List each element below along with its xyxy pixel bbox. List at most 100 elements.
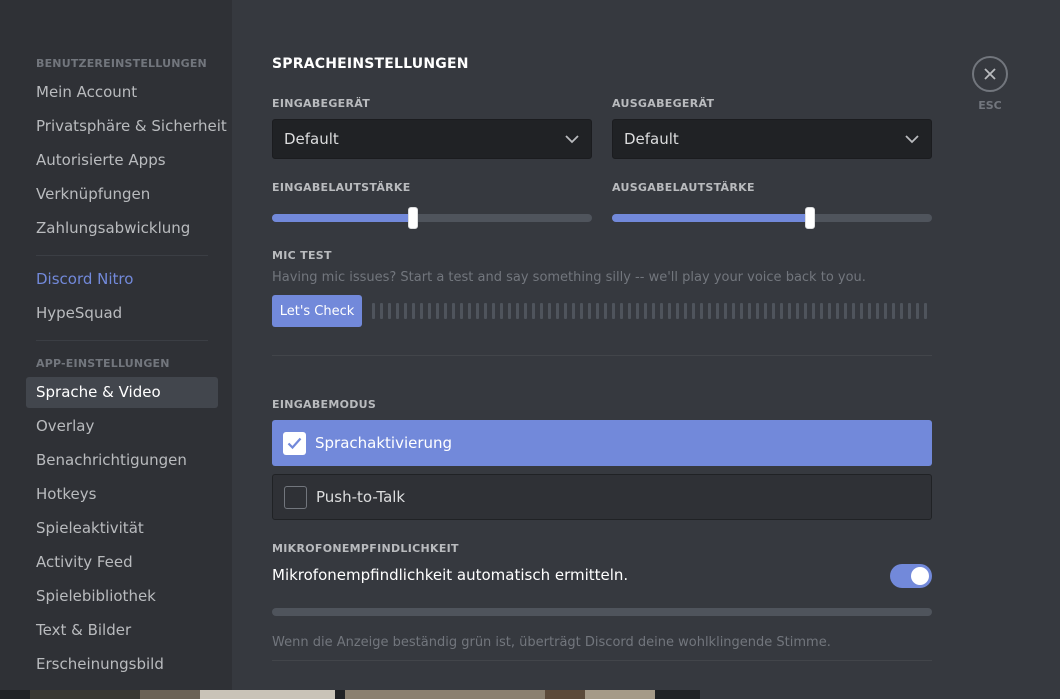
- meter-tick: [460, 303, 463, 319]
- sensitivity-label: MIKROFONEMPFINDLICHKEIT: [272, 542, 459, 555]
- meter-tick: [428, 303, 431, 319]
- meter-tick: [652, 303, 655, 319]
- sidebar-item-activity-feed[interactable]: Activity Feed: [26, 547, 218, 578]
- sidebar-item-hypesquad[interactable]: HypeSquad: [26, 298, 218, 329]
- meter-tick: [604, 303, 607, 319]
- output-device-label: AUSGABEGERÄT: [612, 97, 715, 110]
- input-device-label: EINGABEGERÄT: [272, 97, 371, 110]
- meter-tick: [756, 303, 759, 319]
- meter-tick: [764, 303, 767, 319]
- meter-tick: [404, 303, 407, 319]
- slider-handle[interactable]: [805, 207, 816, 229]
- meter-tick: [676, 303, 679, 319]
- output-volume-label: AUSGABELAUTSTÄRKE: [612, 181, 755, 194]
- meter-tick: [420, 303, 423, 319]
- push-to-talk-label: Push-to-Talk: [316, 488, 406, 506]
- sidebar-item-privacy[interactable]: Privatsphäre & Sicherheit: [26, 111, 227, 142]
- app-settings-header: APP-EINSTELLUNGEN: [36, 357, 170, 370]
- output-volume-slider[interactable]: [612, 207, 932, 229]
- meter-tick: [484, 303, 487, 319]
- sensitivity-meter: [272, 608, 932, 616]
- meter-tick: [436, 303, 439, 319]
- input-volume-slider[interactable]: [272, 207, 592, 229]
- settings-sidebar: BENUTZEREINSTELLUNGEN Mein Account Priva…: [0, 0, 232, 699]
- input-mode-voice-activity[interactable]: Sprachaktivierung: [272, 420, 932, 466]
- sidebar-item-authorized-apps[interactable]: Autorisierte Apps: [26, 145, 218, 176]
- meter-tick: [708, 303, 711, 319]
- meter-tick: [772, 303, 775, 319]
- meter-tick: [900, 303, 903, 319]
- slider-fill: [272, 214, 413, 222]
- auto-sensitivity-label: Mikrofonempfindlichkeit automatisch ermi…: [272, 566, 629, 584]
- close-button[interactable]: [972, 56, 1008, 92]
- meter-tick: [884, 303, 887, 319]
- meter-tick: [468, 303, 471, 319]
- meter-tick: [868, 303, 871, 319]
- sidebar-item-account[interactable]: Mein Account: [26, 77, 218, 108]
- meter-tick: [828, 303, 831, 319]
- chevron-down-icon: [905, 135, 919, 144]
- sidebar-divider: [36, 255, 208, 256]
- slider-fill: [612, 214, 811, 222]
- meter-tick: [620, 303, 623, 319]
- meter-tick: [524, 303, 527, 319]
- meter-tick: [844, 303, 847, 319]
- meter-tick: [412, 303, 415, 319]
- sensitivity-hint: Wenn die Anzeige beständig grün ist, übe…: [272, 635, 831, 650]
- input-mode-label: EINGABEMODUS: [272, 398, 377, 411]
- input-device-value: Default: [284, 130, 339, 148]
- meter-tick: [916, 303, 919, 319]
- toggle-knob: [911, 567, 929, 585]
- page-title: SPRACHEINSTELLUNGEN: [272, 56, 469, 72]
- meter-tick: [908, 303, 911, 319]
- lets-check-button[interactable]: Let's Check: [272, 295, 362, 327]
- meter-tick: [476, 303, 479, 319]
- meter-tick: [500, 303, 503, 319]
- sidebar-item-connections[interactable]: Verknüpfungen: [26, 179, 218, 210]
- meter-tick: [788, 303, 791, 319]
- slider-handle[interactable]: [407, 207, 418, 229]
- sidebar-divider: [36, 340, 208, 341]
- meter-tick: [876, 303, 879, 319]
- meter-tick: [516, 303, 519, 319]
- meter-tick: [660, 303, 663, 319]
- meter-tick: [748, 303, 751, 319]
- meter-tick: [388, 303, 391, 319]
- meter-tick: [532, 303, 535, 319]
- user-settings-header: BENUTZEREINSTELLUNGEN: [36, 57, 207, 70]
- meter-tick: [804, 303, 807, 319]
- output-device-select[interactable]: Default: [612, 119, 932, 159]
- meter-tick: [692, 303, 695, 319]
- checkbox-checked: [283, 432, 306, 455]
- input-volume-label: EINGABELAUTSTÄRKE: [272, 181, 411, 194]
- background-strip: [0, 690, 700, 699]
- section-divider: [272, 355, 932, 356]
- input-mode-push-to-talk[interactable]: Push-to-Talk: [272, 474, 932, 520]
- meter-tick: [612, 303, 615, 319]
- sidebar-item-appearance[interactable]: Erscheinungsbild: [26, 649, 218, 680]
- input-device-select[interactable]: Default: [272, 119, 592, 159]
- meter-tick: [644, 303, 647, 319]
- meter-tick: [548, 303, 551, 319]
- sidebar-item-nitro[interactable]: Discord Nitro: [26, 264, 218, 295]
- meter-tick: [860, 303, 863, 319]
- meter-tick: [924, 303, 927, 319]
- output-device-value: Default: [624, 130, 679, 148]
- sidebar-item-billing[interactable]: Zahlungsabwicklung: [26, 213, 218, 244]
- meter-tick: [668, 303, 671, 319]
- sidebar-item-notifications[interactable]: Benachrichtigungen: [26, 445, 218, 476]
- meter-tick: [396, 303, 399, 319]
- sidebar-item-voice-video[interactable]: Sprache & Video: [26, 377, 218, 408]
- sidebar-item-game-library[interactable]: Spielebibliothek: [26, 581, 218, 612]
- sidebar-item-overlay[interactable]: Overlay: [26, 411, 218, 442]
- sidebar-item-game-activity[interactable]: Spieleaktivität: [26, 513, 218, 544]
- auto-sensitivity-toggle[interactable]: [890, 564, 932, 588]
- sidebar-item-hotkeys[interactable]: Hotkeys: [26, 479, 218, 510]
- meter-tick: [580, 303, 583, 319]
- checkbox-unchecked: [284, 486, 307, 509]
- meter-tick: [740, 303, 743, 319]
- meter-tick: [444, 303, 447, 319]
- meter-tick: [572, 303, 575, 319]
- meter-tick: [780, 303, 783, 319]
- sidebar-item-text-images[interactable]: Text & Bilder: [26, 615, 218, 646]
